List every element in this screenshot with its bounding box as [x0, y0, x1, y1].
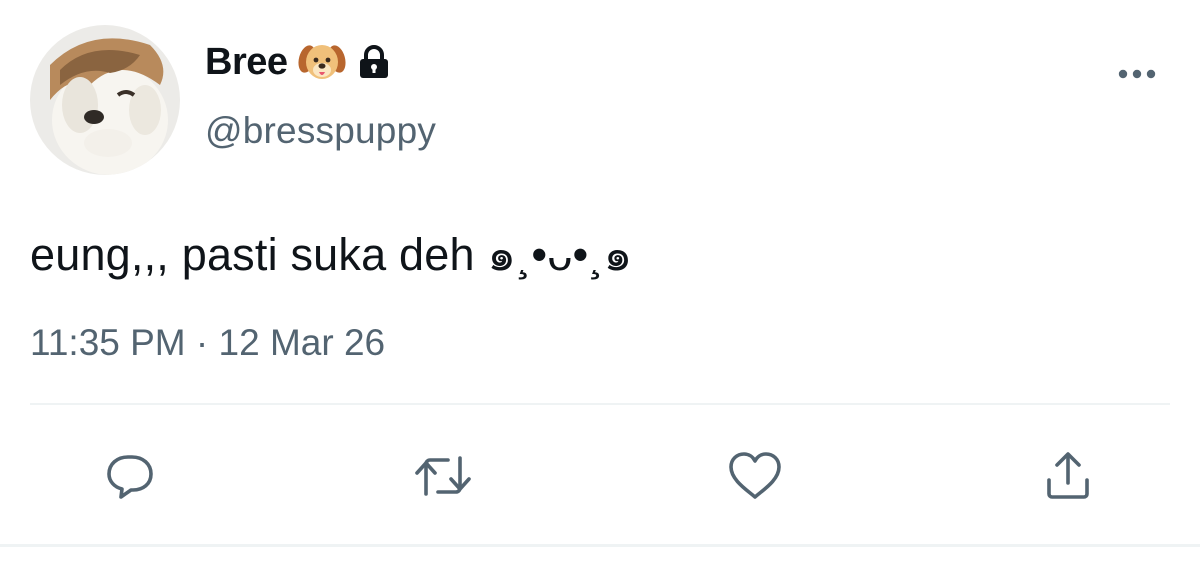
- reply-icon: [104, 450, 156, 502]
- share-button[interactable]: [1038, 446, 1098, 506]
- tweet-text: eung,,, pasti suka deh ๑¸•ᴗ•¸๑: [30, 229, 633, 280]
- tweet-detail: Bree @bresspuppy eung,,, pasti suka deh …: [0, 0, 1200, 563]
- heart-icon: [727, 451, 783, 501]
- more-options-icon[interactable]: [1112, 62, 1162, 86]
- retweet-icon: [412, 452, 474, 500]
- lock-icon: [356, 45, 392, 79]
- author-row: Bree: [205, 38, 392, 86]
- timestamp-separator: ·: [195, 322, 209, 363]
- avatar[interactable]: [30, 25, 180, 175]
- tweet-time: 11:35 PM: [30, 322, 186, 363]
- retweet-button[interactable]: [413, 446, 473, 506]
- bottom-divider: [0, 544, 1200, 547]
- like-button[interactable]: [725, 446, 785, 506]
- tweet-timestamp[interactable]: 11:35 PM · 12 Mar 26: [30, 322, 385, 364]
- user-handle[interactable]: @bresspuppy: [205, 110, 436, 152]
- reply-button[interactable]: [100, 446, 160, 506]
- display-name[interactable]: Bree: [205, 41, 288, 84]
- dog-face-emoji-icon: [297, 41, 346, 83]
- share-icon: [1042, 450, 1094, 502]
- tweet-date: 12 Mar 26: [218, 322, 386, 363]
- divider: [30, 403, 1170, 405]
